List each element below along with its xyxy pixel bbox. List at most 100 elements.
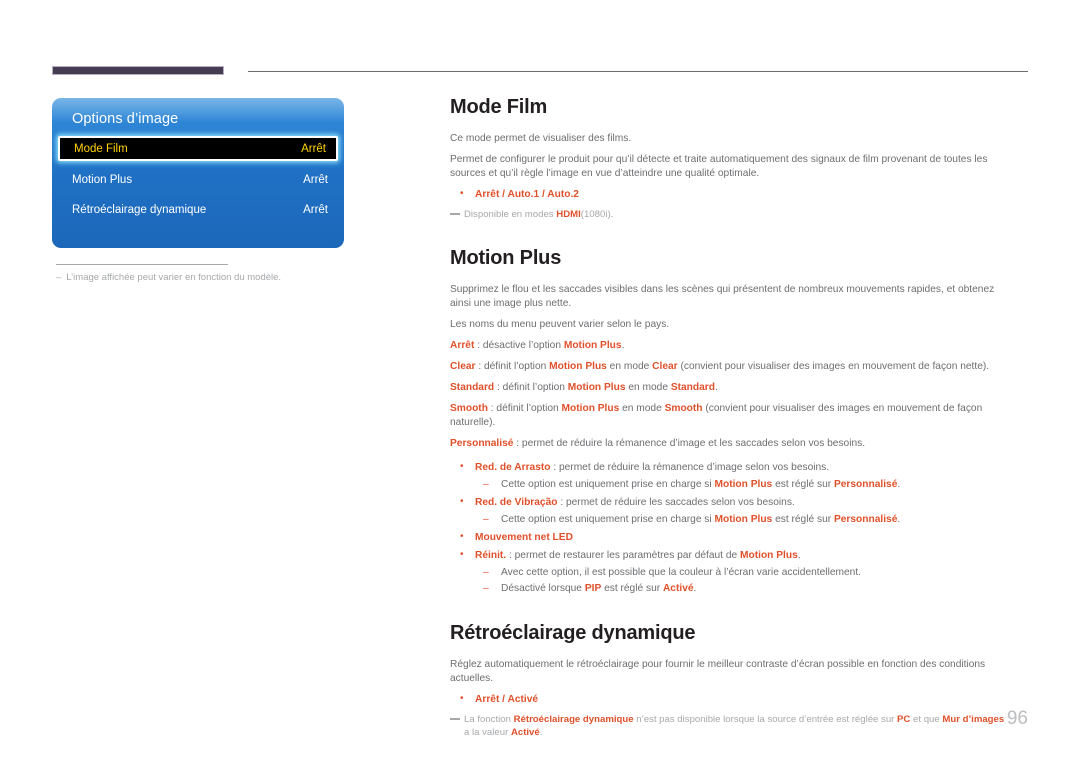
term-smooth-mode: Smooth [664, 403, 703, 414]
text: . [693, 583, 697, 594]
text: . [897, 514, 901, 525]
list-item: Red. de Vibração : permet de réduire les… [450, 495, 1012, 527]
note-dash: – [56, 272, 62, 283]
osd-row-label: Rétroéclairage dynamique [72, 203, 207, 216]
term-standard: Standard [450, 382, 495, 393]
text: Cette option est uniquement prise en cha… [501, 514, 715, 525]
text: : définit l’option [494, 382, 568, 393]
term-personnalise: Personnalisé [833, 479, 898, 490]
text: (convient pour visualiser des images en … [677, 361, 990, 372]
term-motion-plus: Motion Plus [714, 514, 773, 525]
mode-film-paragraph-1: Ce mode permet de visualiser des films. [450, 133, 632, 144]
term-arret: Arrêt [450, 340, 475, 351]
term-personnalise: Personnalisé [450, 438, 514, 449]
section-mode-film: Mode Film Ce mode permet de visualiser d… [450, 96, 1012, 221]
note-text-post: (1080i). [580, 209, 614, 220]
reinit-sub-list: Avec cette option, il est possible que l… [475, 566, 1012, 596]
osd-row-value: Arrêt [303, 173, 328, 186]
text: . [621, 340, 625, 351]
list-item: Désactivé lorsque PIP est réglé sur Acti… [475, 582, 1012, 596]
vibracao-sub-list: Cette option est uniquement prise en cha… [475, 513, 1012, 527]
list-item: Cette option est uniquement prise en cha… [475, 513, 1012, 527]
term-mouvement-net-led: Mouvement net LED [475, 532, 573, 543]
text: en mode [625, 382, 671, 393]
left-note-text: L’image affichée peut varier en fonction… [66, 272, 282, 283]
left-column: Options d’image Mode Film Arrêt Motion P… [52, 98, 344, 283]
left-note-divider [56, 264, 228, 265]
term-personnalise: Personnalisé [833, 514, 898, 525]
list-item: Avec cette option, il est possible que l… [475, 566, 1012, 580]
list-item: Arrêt / Auto.1 / Auto.2 [450, 187, 1012, 202]
list-item: Red. de Arrasto : permet de réduire la r… [450, 460, 1012, 492]
osd-panel-title: Options d’image [72, 111, 179, 127]
term-clear: Clear [450, 361, 476, 372]
term-clear-mode: Clear [652, 361, 678, 372]
text: est réglé sur [772, 514, 834, 525]
header-color-block [52, 66, 224, 75]
header-divider-line [248, 71, 1028, 72]
text: en mode [619, 403, 665, 414]
text: . [797, 550, 801, 561]
text: : définit l’option [475, 361, 550, 372]
term-motion-plus: Motion Plus [567, 382, 626, 393]
arrasto-sub-list: Cette option est uniquement prise en cha… [475, 478, 1012, 492]
retro-paragraph-1: Réglez automatiquement le rétroéclairage… [450, 659, 986, 684]
term-pip: PIP [584, 583, 602, 594]
text: : désactive l’option [474, 340, 564, 351]
motion-plus-paragraph-1: Supprimez le flou et les saccades visibl… [450, 284, 995, 309]
text: : permet de réduire la rémanence d’image… [550, 462, 830, 473]
text: : permet de réduire la rémanence d’image… [513, 438, 866, 449]
page-header-rules [52, 66, 1028, 78]
section-title-motion-plus: Motion Plus [450, 247, 562, 269]
motion-plus-sub-options-list: Red. de Arrasto : permet de réduire la r… [450, 460, 1012, 596]
text: . [897, 479, 901, 490]
note-term-hdmi: HDMI [556, 209, 581, 220]
text: . [714, 382, 718, 393]
right-column: Mode Film Ce mode permet de visualiser d… [450, 96, 1012, 739]
motion-plus-personnalise-line: Personnalisé : permet de réduire la réma… [450, 437, 1012, 451]
retro-options-list: Arrêt / Activé [450, 692, 1012, 707]
text: est réglé sur [772, 479, 834, 490]
term-red-de-arrasto: Red. de Arrasto [475, 462, 551, 473]
term-standard-mode: Standard [670, 382, 715, 393]
motion-plus-paragraph-2: Les noms du menu peuvent varier selon le… [450, 319, 670, 330]
page-number: 96 [1006, 708, 1028, 729]
list-item: Réinit. : permet de restaurer les paramè… [450, 548, 1012, 596]
text: : permet de réduire les saccades selon v… [557, 497, 795, 508]
osd-row-retroeclairage-dynamique[interactable]: Rétroéclairage dynamique Arrêt [52, 197, 344, 222]
mode-film-note: Disponible en modes HDMI(1080i). [450, 208, 1012, 221]
text: : permet de restaurer les paramètres par… [506, 550, 741, 561]
text: Avec cette option, il est possible que l… [501, 567, 861, 578]
term-reinit: Réinit. [475, 550, 507, 561]
osd-row-mode-film[interactable]: Mode Film Arrêt [58, 136, 338, 161]
list-item: Cette option est uniquement prise en cha… [475, 478, 1012, 492]
text: : définit l’option [487, 403, 562, 414]
osd-row-label: Mode Film [74, 142, 128, 155]
term-motion-plus: Motion Plus [549, 361, 607, 372]
left-note: – L’image affichée peut varier en foncti… [56, 272, 344, 283]
osd-row-value: Arrêt [301, 142, 326, 155]
mode-film-options: Arrêt / Auto.1 / Auto.2 [475, 189, 579, 200]
term-motion-plus: Motion Plus [714, 479, 773, 490]
section-title-retroeclairage: Rétroéclairage dynamique [450, 622, 696, 644]
mode-film-paragraph-2: Permet de configurer le produit pour qu’… [450, 154, 988, 179]
motion-plus-standard-line: Standard : définit l’option Motion Plus … [450, 381, 1012, 395]
section-motion-plus: Motion Plus Supprimez le flou et les sac… [450, 247, 1012, 596]
text: Désactivé lorsque [501, 583, 585, 594]
note-text-pre: Disponible en modes [464, 209, 557, 220]
motion-plus-arret-line: Arrêt : désactive l’option Motion Plus. [450, 339, 1012, 353]
osd-row-motion-plus[interactable]: Motion Plus Arrêt [52, 167, 344, 192]
osd-row-list: Mode Film Arrêt Motion Plus Arrêt Rétroé… [52, 136, 344, 222]
mode-film-options-list: Arrêt / Auto.1 / Auto.2 [450, 187, 1012, 202]
motion-plus-smooth-line: Smooth : définit l’option Motion Plus en… [450, 402, 1012, 430]
osd-row-label: Motion Plus [72, 173, 133, 186]
term-motion-plus: Motion Plus [563, 340, 622, 351]
text: Cette option est uniquement prise en cha… [501, 479, 715, 490]
osd-row-value: Arrêt [303, 203, 328, 216]
section-title-mode-film: Mode Film [450, 96, 548, 118]
list-item: Mouvement net LED [450, 530, 1012, 545]
term-red-de-vibracao: Red. de Vibração [475, 497, 558, 508]
term-motion-plus: Motion Plus [740, 550, 798, 561]
term-smooth: Smooth [450, 403, 488, 414]
term-motion-plus: Motion Plus [561, 403, 620, 414]
